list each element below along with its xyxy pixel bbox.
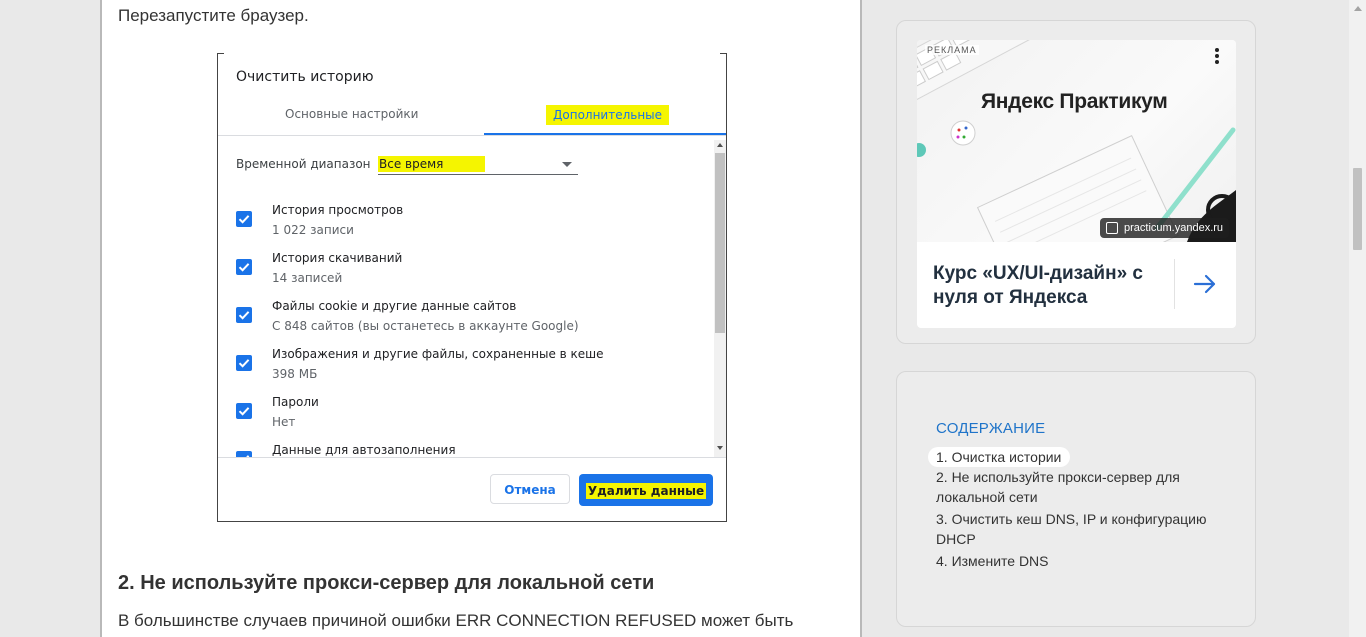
checkbox-checked-icon[interactable] (236, 259, 252, 275)
dialog-scrollbar-thumb[interactable] (715, 153, 725, 333)
toc-item-2[interactable]: 2. Не используйте прокси-сервер для лока… (936, 467, 1216, 507)
item-subtitle: Нет (272, 415, 296, 429)
toc-item-1[interactable]: 1. Очистка истории (928, 447, 1071, 467)
list-item[interactable]: Изображения и другие файлы, сохраненные … (236, 347, 696, 391)
item-subtitle: 398 МБ (272, 367, 318, 381)
article-column: Перезапустите браузер. Очистить историю … (100, 0, 862, 637)
data-type-list: История просмотров 1 022 записи История … (218, 193, 714, 457)
chevron-down-icon (562, 162, 572, 167)
arrow-right-icon[interactable] (1193, 273, 1217, 295)
divider (218, 457, 726, 458)
frame-corner (218, 53, 224, 54)
checkbox-checked-icon[interactable] (236, 211, 252, 227)
list-item[interactable]: История скачиваний 14 записей (236, 251, 696, 295)
checkbox-checked-icon[interactable] (236, 355, 252, 371)
list-item[interactable]: Файлы cookie и другие данные сайтов С 84… (236, 299, 696, 343)
divider (1174, 259, 1175, 309)
item-subtitle: 14 записей (272, 271, 343, 285)
toc-item-3[interactable]: 3. Очистить кеш DNS, IP и конфигурацию D… (936, 509, 1216, 549)
clear-history-screenshot: Очистить историю Основные настройки Допо… (217, 53, 727, 522)
item-title: Пароли (272, 395, 319, 409)
frame-corner (720, 53, 726, 54)
frame-edge (218, 521, 726, 522)
list-item[interactable]: История просмотров 1 022 записи (236, 203, 696, 247)
time-range-select[interactable]: Все время (378, 156, 578, 175)
delete-data-label: Удалить данные (585, 483, 707, 499)
list-item[interactable]: Данные для автозаполнения (236, 443, 696, 457)
more-vert-icon[interactable] (1215, 48, 1219, 66)
toc-card: СОДЕРЖАНИЕ 1. Очистка истории 2. Не испо… (896, 371, 1256, 627)
item-title: Файлы cookie и другие данные сайтов (272, 299, 517, 313)
tab-basic-settings[interactable]: Основные настройки (285, 107, 418, 121)
scroll-down-icon[interactable] (717, 446, 723, 450)
item-title: Изображения и другие файлы, сохраненные … (272, 347, 604, 361)
ad-illustration (917, 40, 1236, 242)
ad-card: РЕКЛАМА Яндекс Практикум practicum.yande… (896, 20, 1256, 344)
time-range-label: Временной диапазон (236, 157, 371, 171)
ad-banner[interactable]: РЕКЛАМА Яндекс Практикум practicum.yande… (917, 40, 1236, 328)
scroll-up-icon[interactable] (1354, 6, 1362, 11)
section-heading: 2. Не используйте прокси-сервер для лока… (118, 572, 655, 594)
ad-domain-badge[interactable]: practicum.yandex.ru (1100, 218, 1230, 238)
delete-data-button[interactable]: Удалить данные (579, 474, 713, 506)
ad-domain-text: practicum.yandex.ru (1124, 222, 1224, 234)
tab-advanced[interactable]: Дополнительные (546, 105, 670, 125)
list-item[interactable]: Пароли Нет (236, 395, 696, 439)
ad-brand: Яндекс Практикум (981, 90, 1168, 113)
dialog-title: Очистить историю (236, 69, 374, 85)
item-title: История скачиваний (272, 251, 403, 265)
checkbox-checked-icon[interactable] (236, 307, 252, 323)
item-title: Данные для автозаполнения (272, 443, 456, 457)
checkbox-checked-icon[interactable] (236, 403, 252, 419)
toc-item-4[interactable]: 4. Измените DNS (936, 551, 1216, 571)
divider (218, 135, 726, 136)
cancel-button[interactable]: Отмена (490, 474, 570, 504)
paragraph-text: В большинстве случаев причиной ошибки ER… (118, 611, 794, 630)
intro-text: Перезапустите браузер. (118, 6, 309, 25)
item-subtitle: С 848 сайтов (вы останетесь в аккаунте G… (272, 319, 579, 333)
page-scrollbar-thumb[interactable] (1353, 168, 1362, 250)
site-logo-icon (1106, 222, 1118, 234)
item-subtitle: 1 022 записи (272, 223, 354, 237)
page-scrollbar[interactable] (1349, 0, 1366, 637)
ad-label: РЕКЛАМА (925, 45, 979, 55)
time-range-value: Все время (378, 156, 486, 172)
item-title: История просмотров (272, 203, 404, 217)
ad-headline[interactable]: Курс «UX/UI-дизайн» с нуля от Яндекса (933, 262, 1163, 310)
scroll-up-icon[interactable] (717, 143, 723, 147)
toc-title: СОДЕРЖАНИЕ (936, 420, 1046, 437)
ad-image[interactable]: РЕКЛАМА Яндекс Практикум practicum.yande… (917, 40, 1236, 242)
